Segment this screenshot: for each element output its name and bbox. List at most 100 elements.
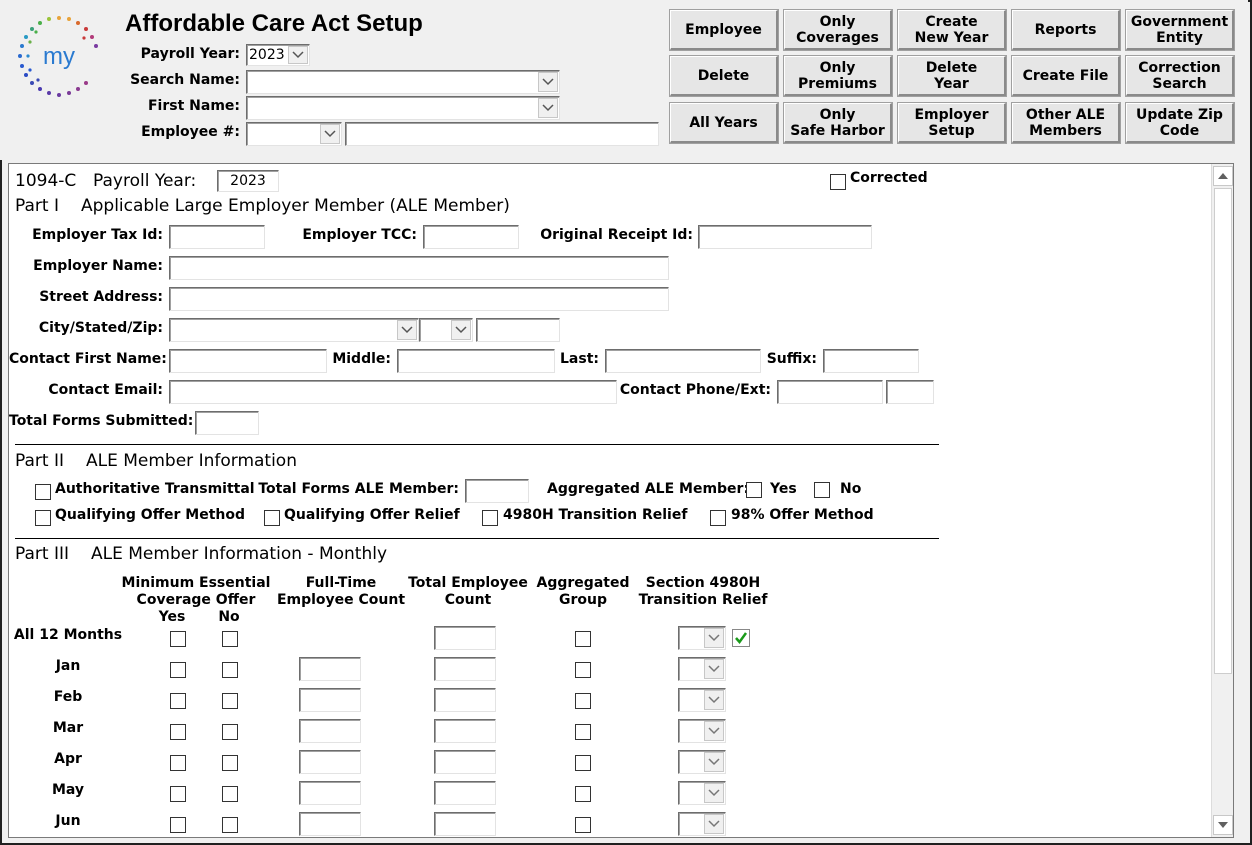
employer-setup-button[interactable]: Employer Setup [897,102,1007,144]
chevron-down-icon[interactable] [538,98,558,118]
transition-relief-combo[interactable] [678,812,726,836]
mec-no-checkbox[interactable] [222,724,238,740]
state-combo[interactable] [419,318,473,342]
contact-email-field[interactable] [169,380,617,404]
transition-relief-combo[interactable] [678,750,726,774]
transition-relief-combo[interactable] [678,781,726,805]
contact-last-field[interactable] [605,349,761,373]
only-coverages-button[interactable]: Only Coverages [783,9,893,51]
total-count-field[interactable] [434,812,496,836]
mec-yes-checkbox[interactable] [170,786,186,802]
transition-relief-4980h-checkbox[interactable] [482,510,498,526]
aggregated-group-checkbox[interactable] [575,786,591,802]
total-count-field[interactable] [434,626,496,650]
employer-tax-id-field[interactable] [169,225,265,249]
total-count-field[interactable] [434,781,496,805]
street-address-field[interactable] [169,287,669,311]
employee-name-field[interactable] [345,122,659,146]
contact-first-name-field[interactable] [169,349,327,373]
aggregated-group-checkbox[interactable] [575,724,591,740]
total-forms-submitted-field[interactable] [195,411,259,435]
total-count-field[interactable] [434,719,496,743]
first-name-combo[interactable] [246,96,560,120]
contact-ext-field[interactable] [886,380,934,404]
chevron-down-icon[interactable] [704,628,724,648]
transition-relief-combo[interactable] [678,719,726,743]
aggregated-group-checkbox[interactable] [575,817,591,833]
aggregated-group-checkbox[interactable] [575,755,591,771]
qualifying-offer-relief-checkbox[interactable] [264,510,280,526]
create-file-button[interactable]: Create File [1011,55,1121,97]
total-count-field[interactable] [434,688,496,712]
search-name-combo[interactable] [246,70,560,94]
mec-no-checkbox[interactable] [222,786,238,802]
total-count-field[interactable] [434,750,496,774]
reports-button[interactable]: Reports [1011,9,1121,51]
mec-no-checkbox[interactable] [222,631,238,647]
chevron-down-icon[interactable] [704,721,724,741]
chevron-down-icon[interactable] [320,124,340,144]
aggregated-yes-checkbox[interactable] [746,482,762,498]
aggregated-group-checkbox[interactable] [575,631,591,647]
scroll-thumb[interactable] [1214,188,1232,674]
total-count-field[interactable] [434,657,496,681]
chevron-down-icon[interactable] [704,690,724,710]
aggregated-no-checkbox[interactable] [814,482,830,498]
mec-no-checkbox[interactable] [222,755,238,771]
fulltime-count-field[interactable] [299,688,361,712]
authoritative-transmittal-checkbox[interactable] [35,484,51,500]
fulltime-count-field[interactable] [299,812,361,836]
chevron-down-icon[interactable] [451,320,471,340]
fulltime-count-field[interactable] [299,719,361,743]
chevron-down-icon[interactable] [704,659,724,679]
update-zip-code-button[interactable]: Update Zip Code [1125,102,1235,144]
contact-phone-field[interactable] [777,380,883,404]
delete-button[interactable]: Delete [669,55,779,97]
city-combo[interactable] [169,318,419,342]
scroll-up-icon[interactable] [1213,166,1233,186]
employer-name-field[interactable] [169,256,669,280]
fulltime-count-field[interactable] [299,750,361,774]
zip-field[interactable] [476,318,560,342]
only-safe-harbor-button[interactable]: Only Safe Harbor [783,102,893,144]
create-new-year-button[interactable]: Create New Year [897,9,1007,51]
apply-check-icon[interactable] [732,629,750,647]
offer-method-98-checkbox[interactable] [710,510,726,526]
chevron-down-icon[interactable] [538,72,558,92]
chevron-down-icon[interactable] [704,752,724,772]
contact-suffix-field[interactable] [823,349,919,373]
mec-yes-checkbox[interactable] [170,724,186,740]
correction-search-button[interactable]: Correction Search [1125,55,1235,97]
all-years-button[interactable]: All Years [669,102,779,144]
mec-no-checkbox[interactable] [222,662,238,678]
transition-relief-combo[interactable] [678,657,726,681]
chevron-down-icon[interactable] [704,783,724,803]
employee-button[interactable]: Employee [669,9,779,51]
mec-no-checkbox[interactable] [222,817,238,833]
contact-middle-field[interactable] [397,349,555,373]
chevron-down-icon[interactable] [704,814,724,834]
employer-tcc-field[interactable] [423,225,519,249]
total-forms-ale-member-field[interactable] [465,479,529,503]
mec-yes-checkbox[interactable] [170,662,186,678]
employee-number-combo[interactable] [246,122,342,146]
transition-relief-combo[interactable] [678,688,726,712]
fulltime-count-field[interactable] [299,781,361,805]
chevron-down-icon[interactable] [397,320,417,340]
chevron-down-icon[interactable] [288,46,308,64]
aggregated-group-checkbox[interactable] [575,662,591,678]
delete-year-button[interactable]: Delete Year [897,55,1007,97]
mec-no-checkbox[interactable] [222,693,238,709]
mec-yes-checkbox[interactable] [170,631,186,647]
aggregated-group-checkbox[interactable] [575,693,591,709]
corrected-checkbox[interactable] [830,174,846,190]
scroll-down-icon[interactable] [1213,815,1233,835]
original-receipt-id-field[interactable] [698,225,872,249]
payroll-year-select[interactable]: 2023 [246,44,310,66]
mec-yes-checkbox[interactable] [170,755,186,771]
fulltime-count-field[interactable] [299,657,361,681]
other-ale-members-button[interactable]: Other ALE Members [1011,102,1121,144]
vertical-scrollbar[interactable] [1211,164,1233,837]
transition-relief-combo[interactable] [678,626,726,650]
form-payroll-year-field[interactable]: 2023 [217,170,279,192]
